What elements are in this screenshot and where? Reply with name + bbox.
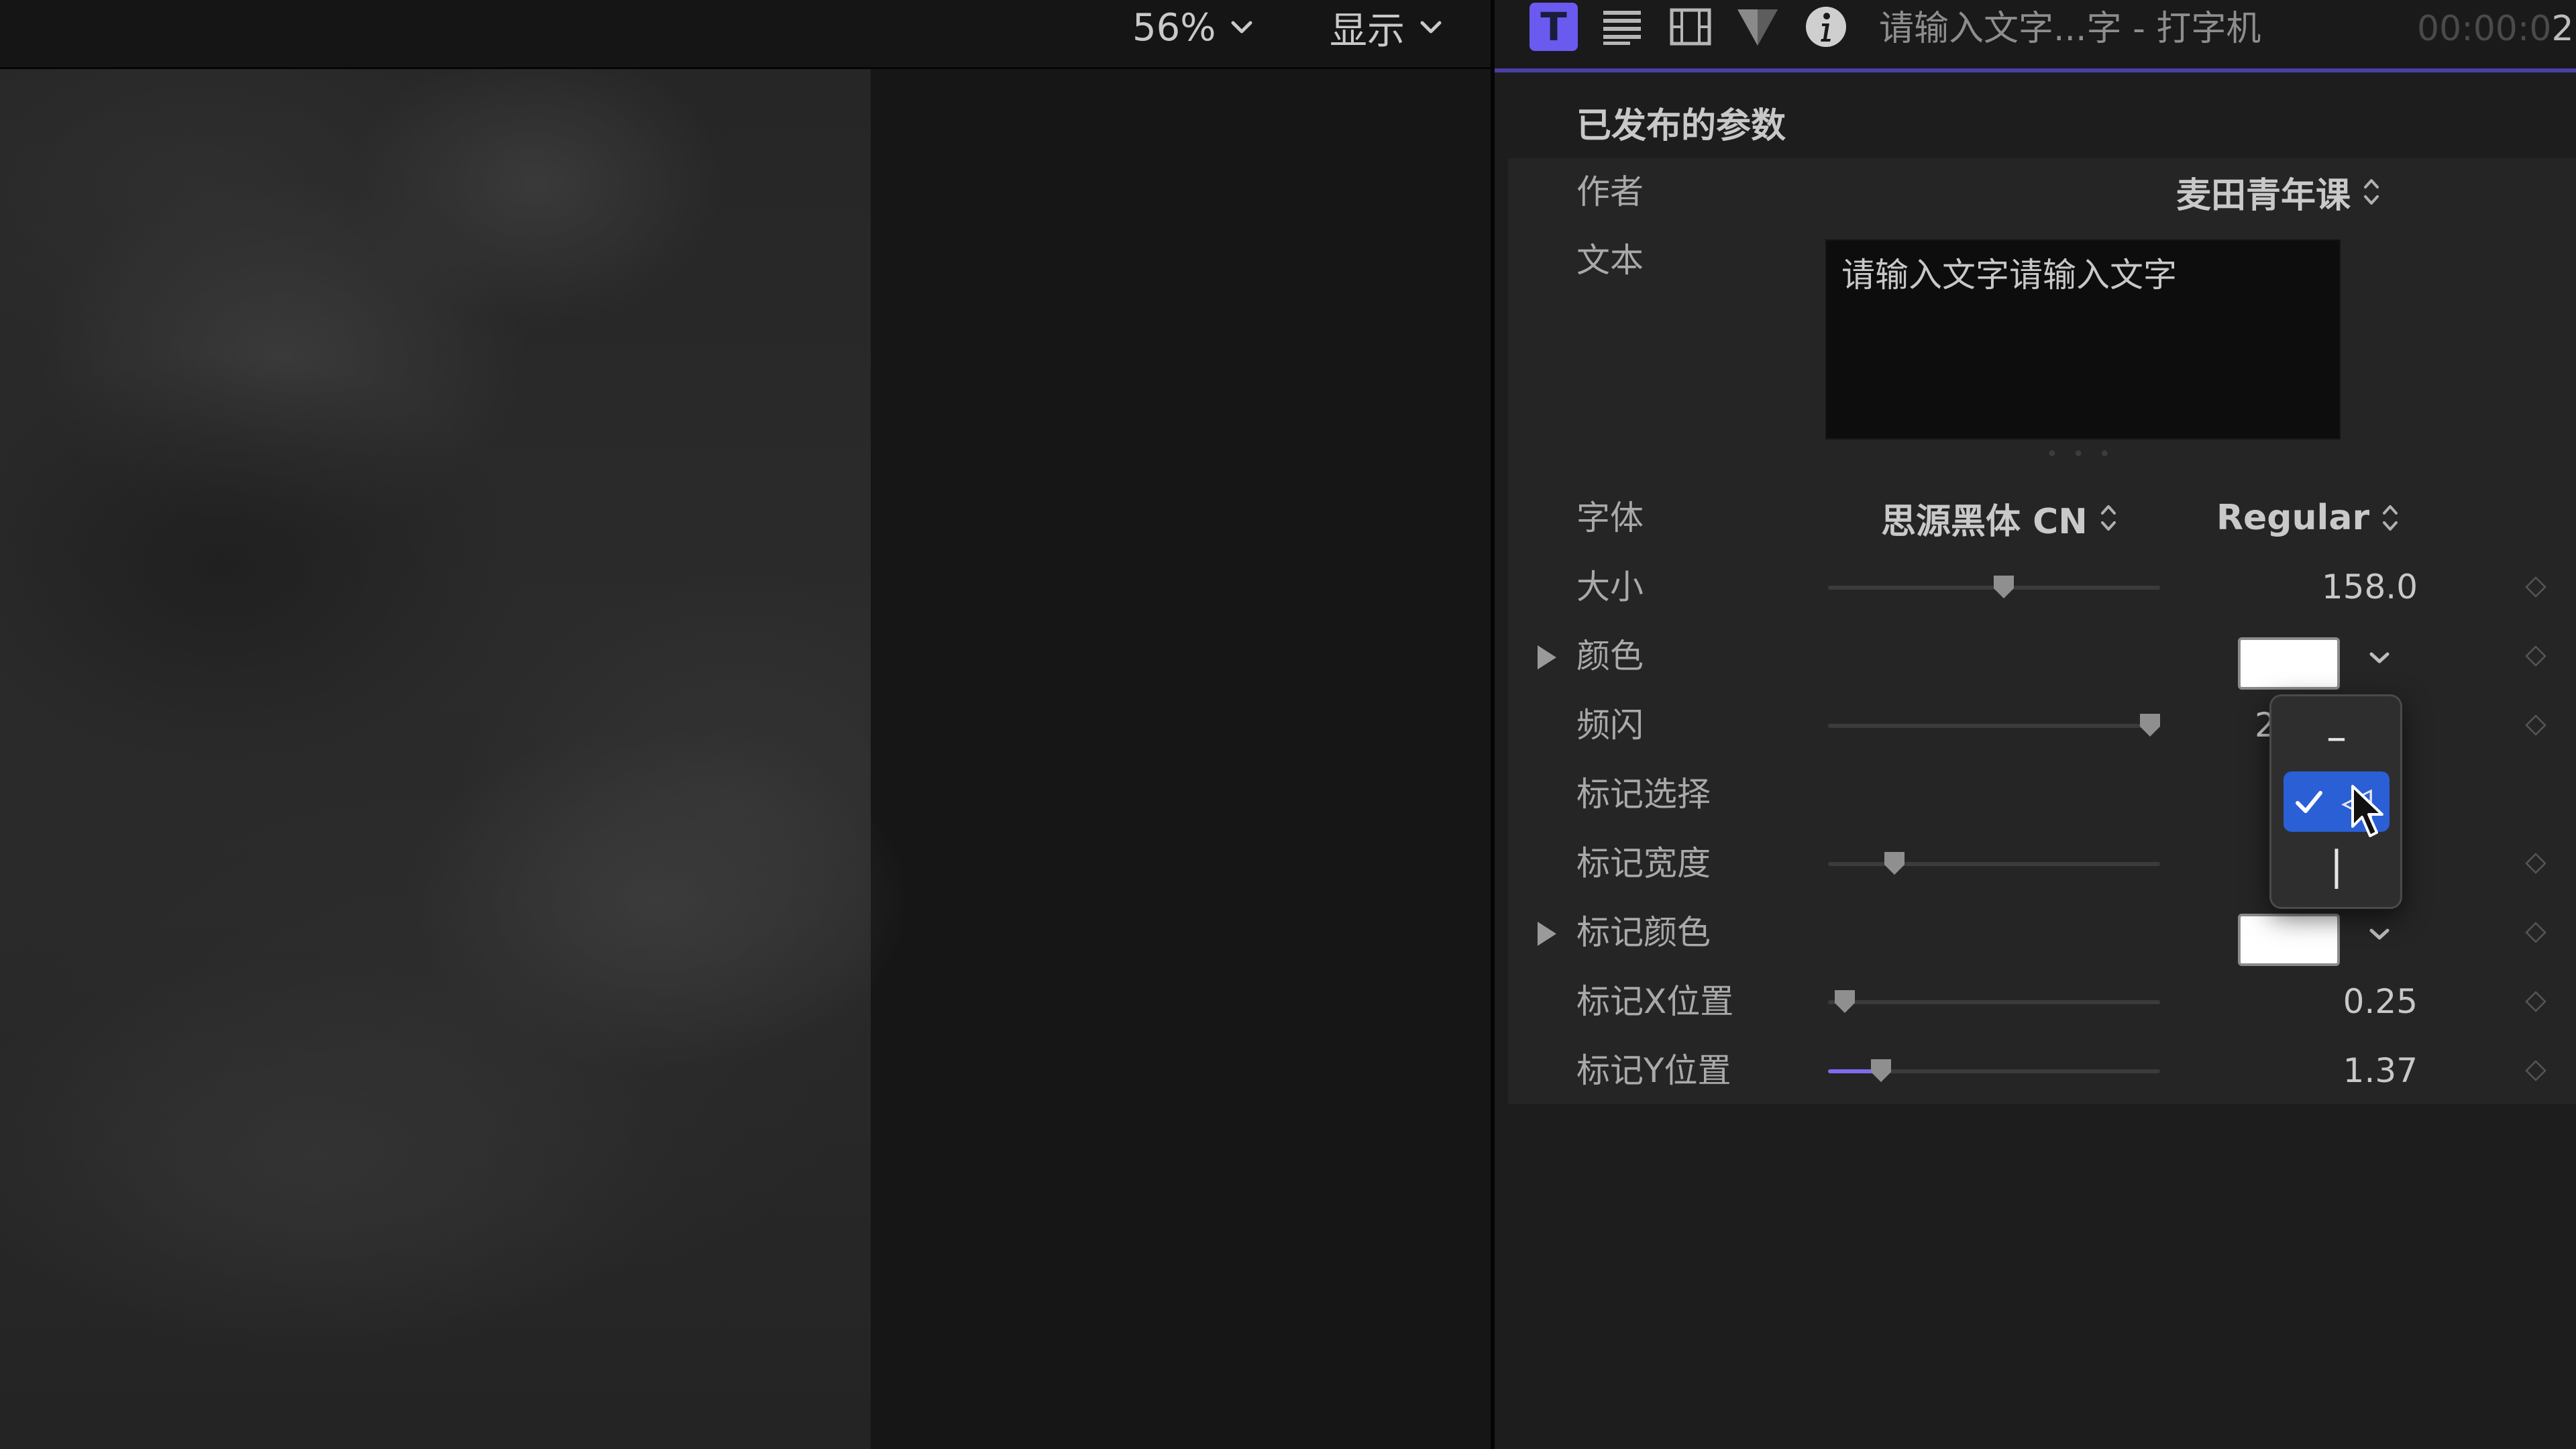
checkmark-icon bbox=[2296, 791, 2322, 813]
cursor-y-row: 标记Y位置 1.37 bbox=[1495, 1037, 2576, 1104]
cursor-width-row: 标记宽度 bbox=[1495, 830, 2576, 897]
keyframe-diamond-icon[interactable] bbox=[2525, 714, 2546, 736]
keyframe-diamond-icon[interactable] bbox=[2525, 853, 2546, 874]
published-params-header: 已发布的参数 bbox=[1576, 106, 1786, 146]
video-frame bbox=[0, 69, 912, 1449]
cursor-x-row: 标记X位置 0.25 bbox=[1495, 968, 2576, 1035]
video-shadow bbox=[0, 351, 523, 780]
menu-item-label: | bbox=[2329, 843, 2344, 890]
blink-slider[interactable] bbox=[1828, 714, 2161, 737]
updown-chevron-icon bbox=[2100, 505, 2116, 531]
video-highlight bbox=[349, 69, 724, 324]
size-row: 大小 158.0 bbox=[1495, 553, 2576, 621]
slider-thumb[interactable] bbox=[1992, 574, 2016, 600]
disclosure-triangle-icon[interactable] bbox=[1538, 922, 1556, 946]
inspector-toolbar: T 请输入文字...字 - 打字机 00:00:02: bbox=[1495, 0, 2576, 72]
chevron-down-icon[interactable] bbox=[2368, 651, 2391, 665]
film-icon[interactable] bbox=[1666, 3, 1715, 51]
color-swatch[interactable] bbox=[2238, 637, 2340, 690]
video-viewer[interactable] bbox=[0, 69, 1491, 1449]
zoom-value: 56% bbox=[1132, 5, 1216, 50]
font-label: 字体 bbox=[1576, 498, 1644, 537]
cursor-x-label: 标记X位置 bbox=[1576, 982, 1734, 1021]
slider-thumb[interactable] bbox=[1833, 988, 1857, 1015]
keyframe-diamond-icon[interactable] bbox=[2525, 991, 2546, 1012]
font-style-popup[interactable]: Regular bbox=[2216, 484, 2399, 551]
color-label: 颜色 bbox=[1576, 637, 1644, 676]
mouse-cursor-icon bbox=[2351, 785, 2383, 837]
list-icon[interactable] bbox=[1598, 3, 1646, 51]
keyframe-diamond-icon[interactable] bbox=[2525, 1060, 2546, 1081]
keyframe-diamond-icon[interactable] bbox=[2525, 645, 2546, 667]
cursor-color-label: 标记颜色 bbox=[1576, 913, 1711, 952]
slider-thumb[interactable] bbox=[2138, 712, 2162, 739]
font-family-value: 思源黑体 CN bbox=[1881, 501, 2088, 542]
author-value: 麦田青年课 bbox=[2176, 175, 2351, 216]
font-style-value: Regular bbox=[2216, 498, 2370, 538]
cursor-select-label: 标记选择 bbox=[1576, 775, 1711, 814]
timecode-dim: 00:00:0 bbox=[2417, 9, 2552, 49]
menu-item-label: – bbox=[2326, 714, 2347, 761]
author-row: 作者 麦田青年课 bbox=[1495, 158, 2576, 225]
slider-thumb[interactable] bbox=[1869, 1057, 1893, 1084]
size-slider[interactable] bbox=[1828, 576, 2160, 598]
cursor-x-slider[interactable] bbox=[1828, 990, 2160, 1013]
viewer-toolbar: 56% 显示 bbox=[0, 0, 1491, 69]
cursor-y-slider[interactable] bbox=[1828, 1059, 2160, 1082]
cursor-x-value[interactable]: 0.25 bbox=[2343, 968, 2418, 1035]
text-inspector-glyph: T bbox=[1540, 4, 1567, 50]
keyframe-diamond-icon[interactable] bbox=[2525, 922, 2546, 943]
display-dropdown[interactable]: 显示 bbox=[1330, 4, 1442, 53]
shape-icon[interactable] bbox=[1733, 3, 1782, 51]
author-label: 作者 bbox=[1576, 172, 1644, 211]
cursor-y-value[interactable]: 1.37 bbox=[2343, 1037, 2418, 1104]
cursor-width-slider[interactable] bbox=[1828, 852, 2160, 875]
timecode: 00:00:02: bbox=[2417, 5, 2576, 52]
size-value[interactable]: 158.0 bbox=[2322, 553, 2418, 621]
size-label: 大小 bbox=[1576, 568, 1644, 606]
author-popup[interactable]: 麦田青年课 bbox=[2176, 158, 2380, 225]
blink-row: 频闪 2 bbox=[1495, 692, 2576, 759]
chevron-down-icon bbox=[1231, 21, 1252, 34]
disclosure-triangle-icon[interactable] bbox=[1538, 645, 1556, 669]
keyframe-diamond-icon[interactable] bbox=[2525, 576, 2546, 598]
info-icon[interactable] bbox=[1802, 3, 1850, 51]
text-label: 文本 bbox=[1576, 241, 1644, 280]
display-label: 显示 bbox=[1330, 9, 1405, 53]
cursor-y-label: 标记Y位置 bbox=[1576, 1051, 1731, 1090]
font-family-popup[interactable]: 思源黑体 CN bbox=[1881, 484, 2117, 551]
cursor-width-label: 标记宽度 bbox=[1576, 844, 1711, 883]
inspector-panel: T 请输入文字...字 - 打字机 00:00:02: 已发布的参数 作者 麦田… bbox=[1495, 0, 2576, 1449]
menu-item-dash[interactable]: – bbox=[2284, 707, 2390, 767]
blink-label: 频闪 bbox=[1576, 706, 1644, 745]
resize-handle[interactable]: • • • bbox=[2046, 443, 2114, 466]
cursor-select-row: 标记选择 bbox=[1495, 761, 2576, 828]
timecode-bright: 2: bbox=[2551, 9, 2576, 49]
updown-chevron-icon bbox=[2383, 505, 2398, 531]
chevron-down-icon bbox=[1420, 21, 1442, 34]
zoom-dropdown[interactable]: 56% bbox=[1132, 4, 1253, 51]
menu-item-bar[interactable]: | bbox=[2284, 836, 2390, 896]
color-row: 颜色 bbox=[1495, 623, 2576, 690]
font-row: 字体 思源黑体 CN Regular bbox=[1495, 484, 2576, 551]
cursor-color-swatch[interactable] bbox=[2238, 914, 2340, 966]
inspector-title: 请输入文字...字 - 打字机 bbox=[1879, 9, 2261, 49]
updown-chevron-icon bbox=[2364, 179, 2379, 205]
text-input[interactable]: 请输入文字请输入文字 bbox=[1825, 239, 2341, 439]
chevron-down-icon[interactable] bbox=[2368, 927, 2391, 942]
text-inspector-icon[interactable]: T bbox=[1529, 3, 1578, 51]
app-window: 56% 显示 T 请输入文字...字 - 打字机 00:00:02 已发布的参数… bbox=[0, 0, 2576, 1449]
slider-thumb[interactable] bbox=[1882, 850, 1907, 877]
cursor-color-row: 标记颜色 bbox=[1495, 899, 2576, 966]
